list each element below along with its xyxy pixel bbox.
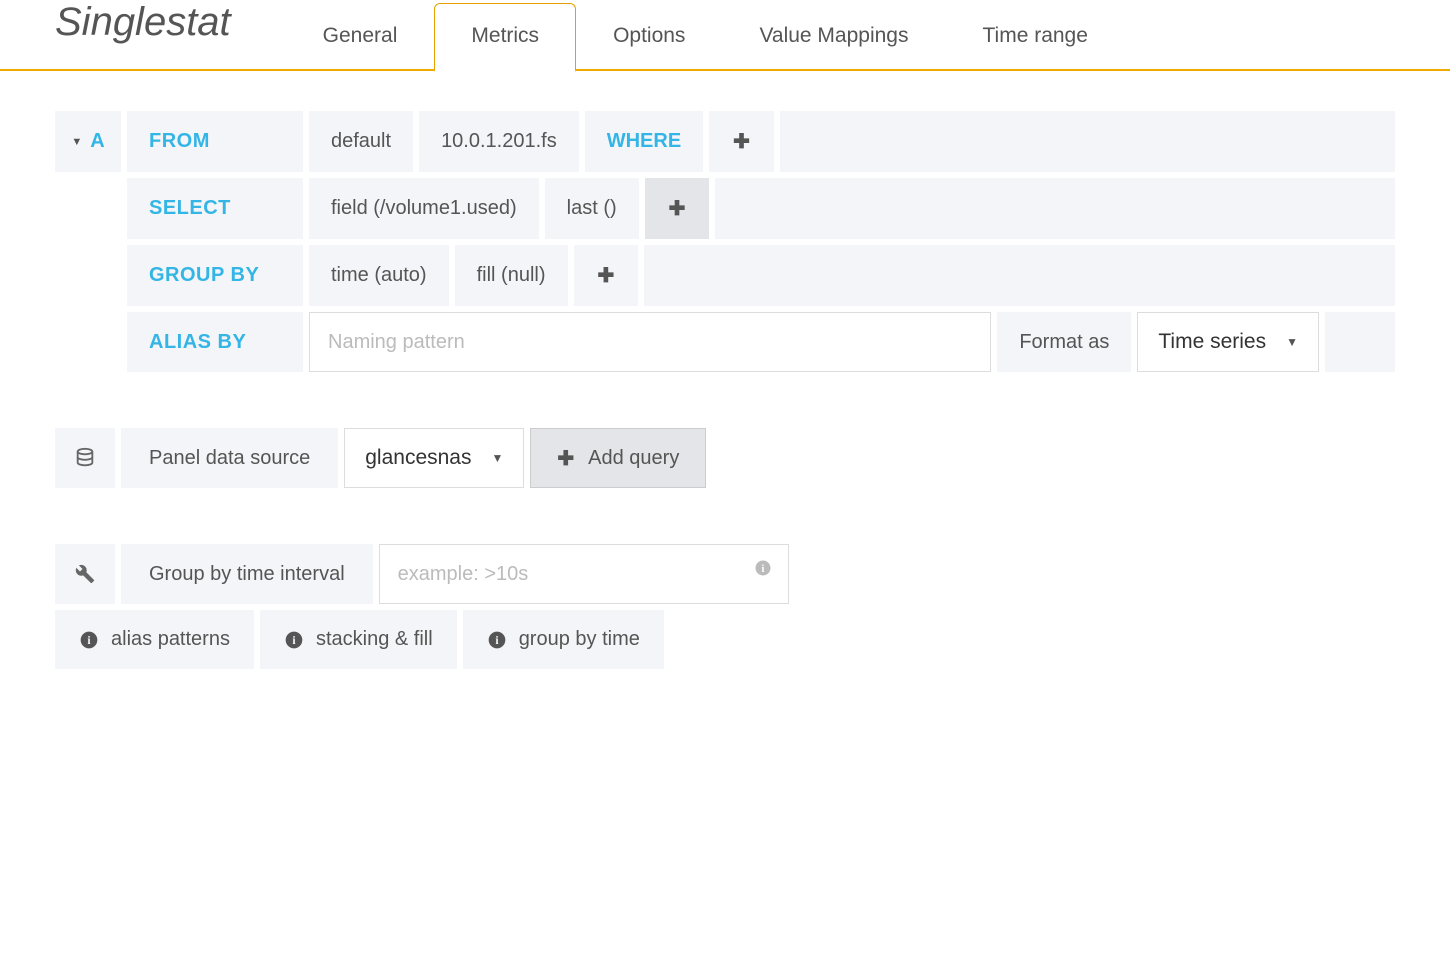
- format-as-value: Time series: [1158, 330, 1266, 354]
- row-indent: [55, 245, 121, 306]
- row-indent: [55, 178, 121, 239]
- info-icon: i: [487, 630, 507, 650]
- caret-down-icon: ▼: [71, 136, 82, 148]
- from-label: FROM: [127, 111, 303, 172]
- query-row-select: SELECT field (/volume1.used) last () ✚: [55, 178, 1395, 239]
- add-query-label: Add query: [588, 447, 679, 470]
- query-row-from: ▼ A FROM default 10.0.1.201.fs WHERE ✚: [55, 111, 1395, 172]
- plus-icon: ✚: [598, 263, 615, 288]
- tab-options[interactable]: Options: [576, 3, 722, 70]
- tab-metrics[interactable]: Metrics: [434, 3, 576, 72]
- query-toggle-a[interactable]: ▼ A: [55, 111, 121, 172]
- plus-icon: ✚: [669, 196, 686, 221]
- from-policy[interactable]: default: [309, 111, 413, 172]
- add-query-button[interactable]: ✚ Add query: [530, 428, 706, 488]
- query-letter-label: A: [90, 130, 104, 153]
- alias-input[interactable]: [328, 331, 972, 354]
- plus-icon: ✚: [557, 446, 574, 471]
- select-label: SELECT: [127, 178, 303, 239]
- datasource-value: glancesnas: [365, 446, 471, 470]
- groupby-add-button[interactable]: ✚: [574, 245, 639, 306]
- select-field[interactable]: field (/volume1.used): [309, 178, 539, 239]
- query-row-alias: ALIAS BY Format as Time series ▼: [55, 312, 1395, 372]
- database-icon: [74, 447, 96, 469]
- info-icon: i: [79, 630, 99, 650]
- help-stacking-label: stacking & fill: [316, 628, 433, 651]
- groupby-label: GROUP BY: [127, 245, 303, 306]
- select-add-button[interactable]: ✚: [645, 178, 710, 239]
- tab-value-mappings[interactable]: Value Mappings: [722, 3, 945, 70]
- info-icon: i: [284, 630, 304, 650]
- interval-label: Group by time interval: [121, 544, 373, 604]
- groupby-fill[interactable]: fill (null): [455, 245, 568, 306]
- format-as-select[interactable]: Time series ▼: [1137, 312, 1319, 372]
- tab-bar: General Metrics Options Value Mappings T…: [286, 2, 1125, 69]
- plus-icon: ✚: [733, 129, 750, 154]
- help-group-by-time[interactable]: i group by time: [463, 610, 664, 669]
- help-alias-label: alias patterns: [111, 628, 230, 651]
- groupby-row-filler: [644, 245, 1395, 306]
- caret-down-icon: ▼: [491, 451, 503, 465]
- row-indent: [55, 312, 121, 372]
- where-label: WHERE: [585, 111, 703, 172]
- datasource-row: Panel data source glancesnas ▼ ✚ Add que…: [55, 428, 1395, 488]
- where-add-button[interactable]: ✚: [709, 111, 774, 172]
- datasource-select[interactable]: glancesnas ▼: [344, 428, 524, 488]
- select-aggregation[interactable]: last (): [545, 178, 639, 239]
- panel-type-title: Singlestat: [55, 0, 286, 69]
- help-groupby-label: group by time: [519, 628, 640, 651]
- caret-down-icon: ▼: [1286, 335, 1298, 349]
- interval-input[interactable]: [398, 563, 770, 586]
- query-row-groupby: GROUP BY time (auto) fill (null) ✚: [55, 245, 1395, 306]
- interval-input-wrapper: i: [379, 544, 789, 604]
- from-row-filler: [780, 111, 1395, 172]
- help-alias-patterns[interactable]: i alias patterns: [55, 610, 254, 669]
- interval-row: Group by time interval i: [55, 544, 1395, 604]
- help-stacking-fill[interactable]: i stacking & fill: [260, 610, 457, 669]
- alias-input-wrapper: [309, 312, 991, 372]
- wrench-icon: [75, 564, 95, 584]
- select-row-filler: [715, 178, 1395, 239]
- help-row: i alias patterns i stacking & fill i gro…: [55, 610, 1395, 669]
- settings-icon-box: [55, 544, 115, 604]
- alias-label: ALIAS BY: [127, 312, 303, 372]
- format-as-label: Format as: [997, 312, 1131, 372]
- tab-time-range[interactable]: Time range: [945, 3, 1124, 70]
- info-icon[interactable]: i: [754, 559, 772, 577]
- datasource-icon-box: [55, 428, 115, 488]
- editor-header: Singlestat General Metrics Options Value…: [0, 0, 1450, 71]
- from-measurement[interactable]: 10.0.1.201.fs: [419, 111, 579, 172]
- svg-text:i: i: [761, 564, 764, 575]
- datasource-label: Panel data source: [121, 428, 338, 488]
- groupby-time[interactable]: time (auto): [309, 245, 449, 306]
- metrics-editor: ▼ A FROM default 10.0.1.201.fs WHERE ✚ S…: [0, 71, 1450, 715]
- alias-row-filler: [1325, 312, 1395, 372]
- tab-general[interactable]: General: [286, 3, 435, 70]
